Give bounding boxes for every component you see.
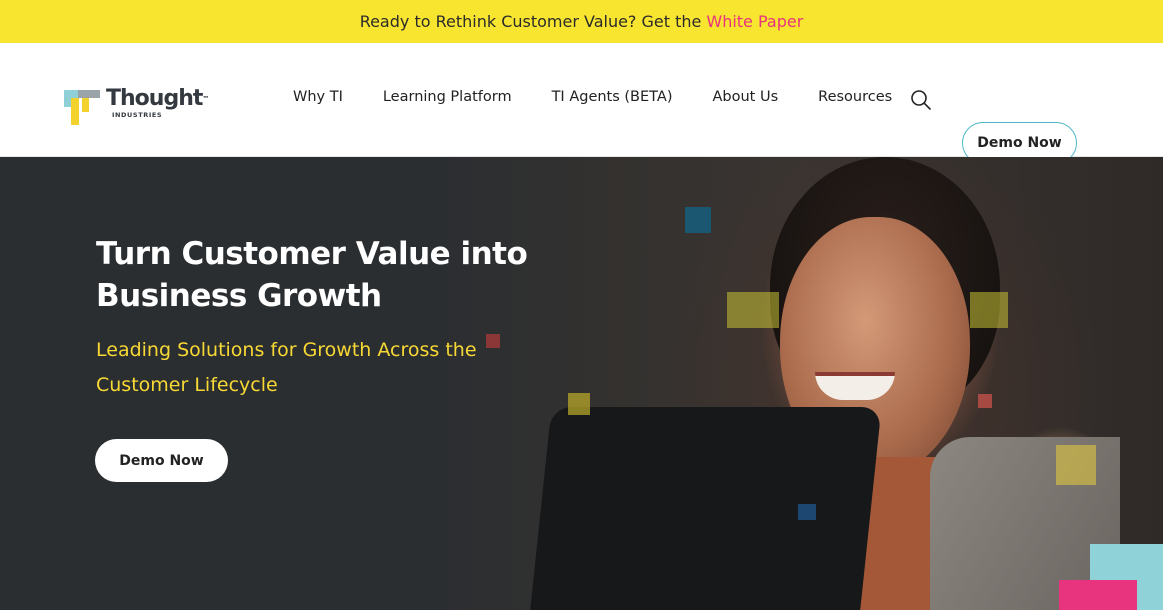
- decor-square-yellow: [568, 393, 590, 415]
- decor-square-blue: [798, 504, 816, 520]
- nav-item-learning-platform[interactable]: Learning Platform: [383, 89, 512, 105]
- logo-word: Thought: [106, 86, 203, 111]
- nav-item-ti-agents[interactable]: TI Agents (BETA): [552, 89, 673, 105]
- nav-item-resources[interactable]: Resources: [818, 89, 892, 105]
- search-icon[interactable]: [910, 89, 932, 111]
- primary-menu: Why TI Learning Platform TI Agents (BETA…: [293, 89, 892, 105]
- decor-square-yellow: [1056, 445, 1096, 485]
- hero-subtitle: Leading Solutions for Growth Across the …: [96, 339, 477, 396]
- logo-subtitle: INDUSTRIES: [112, 111, 163, 119]
- main-navigation: Thought™ INDUSTRIES Why TI Learning Plat…: [0, 43, 1163, 164]
- hero-demo-now-button[interactable]: Demo Now: [95, 439, 228, 482]
- nav-item-about-us[interactable]: About Us: [712, 89, 778, 105]
- white-paper-link[interactable]: White Paper: [706, 12, 803, 31]
- thought-industries-logo[interactable]: Thought™ INDUSTRIES: [64, 87, 224, 127]
- decor-square-yellow: [727, 292, 779, 328]
- decor-square-yellow: [970, 292, 1008, 328]
- logo-mark-icon: [64, 90, 100, 125]
- hero-title: Turn Customer Value into Business Growth: [96, 236, 528, 314]
- hero-photo-tablet: [528, 407, 882, 610]
- hero-section: Turn Customer Value into Business Growth…: [0, 157, 1163, 610]
- banner-text: Ready to Rethink Customer Value? Get the: [359, 12, 702, 31]
- nav-item-why-ti[interactable]: Why TI: [293, 89, 343, 105]
- decor-square-red: [978, 394, 992, 408]
- logo-trademark: ™: [202, 95, 210, 103]
- decor-square-blue: [685, 207, 711, 233]
- decor-square-pink: [1059, 580, 1137, 610]
- announcement-banner: Ready to Rethink Customer Value? Get the…: [0, 0, 1163, 43]
